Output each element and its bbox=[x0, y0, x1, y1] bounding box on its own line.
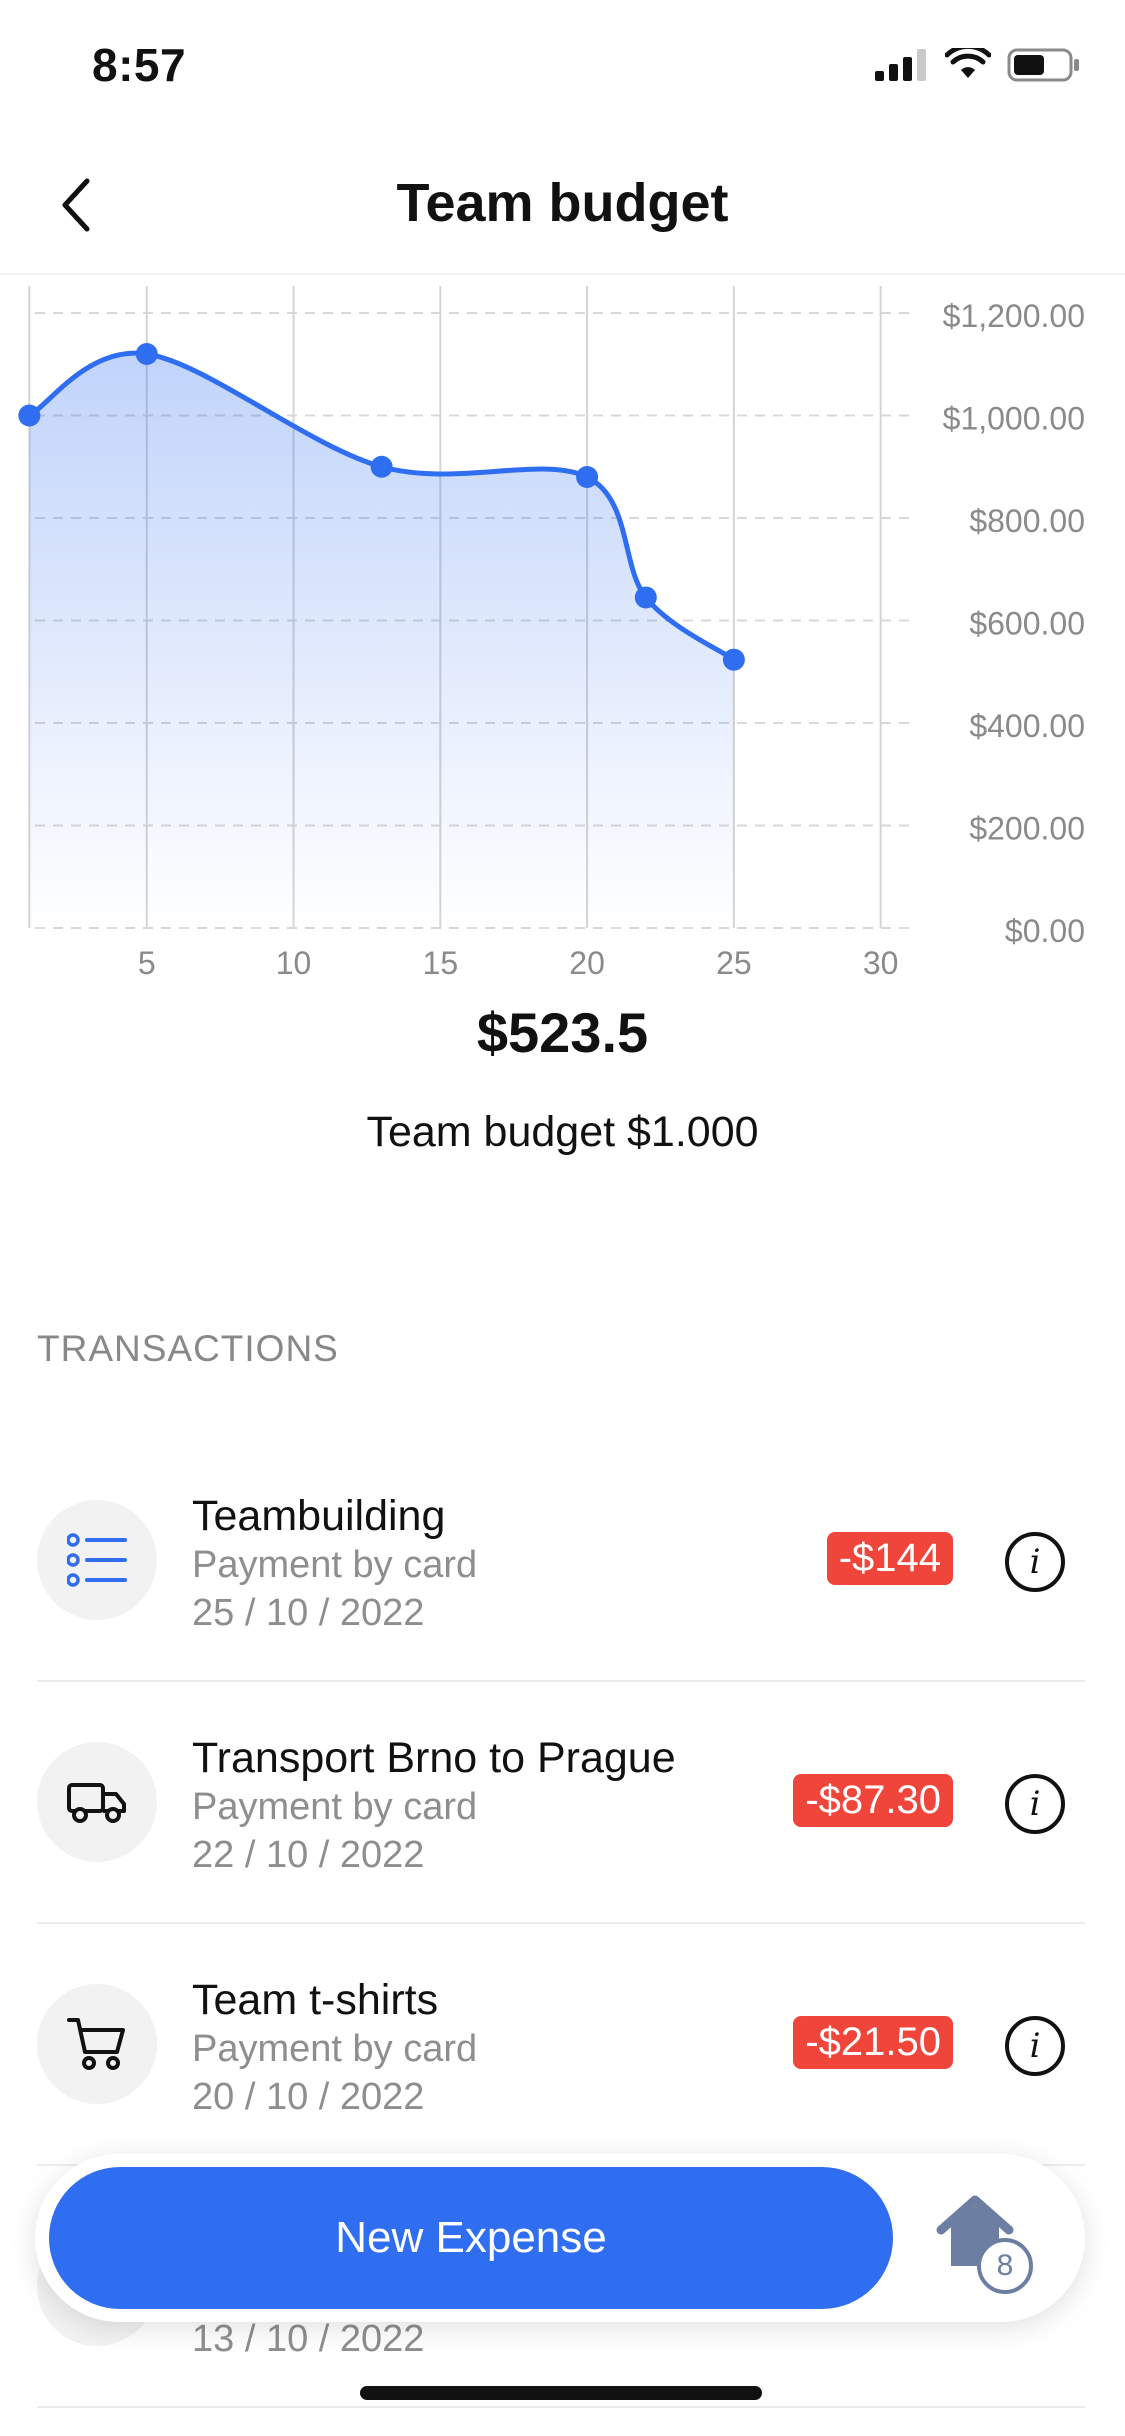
transaction-icon-circle bbox=[37, 1500, 157, 1620]
x-tick-label: 30 bbox=[863, 945, 899, 981]
battery-icon bbox=[1007, 48, 1079, 82]
x-tick-label: 20 bbox=[569, 945, 605, 981]
transaction-date: 13 / 10 / 2022 bbox=[192, 2318, 425, 2360]
status-bar: 8:57 bbox=[0, 0, 1125, 135]
x-tick-label: 5 bbox=[138, 945, 156, 981]
home-button[interactable]: 8 bbox=[935, 2194, 1045, 2294]
y-tick-label: $200.00 bbox=[969, 811, 1085, 847]
budget-chart: $0.00 $200.00 $400.00 $600.00 $800.00 $1,000.… bbox=[0, 278, 1125, 998]
home-badge: 8 bbox=[977, 2238, 1033, 2294]
transaction-amount-badge: -$144 bbox=[826, 1532, 953, 1585]
truck-icon bbox=[67, 1783, 126, 1823]
x-tick-label: 25 bbox=[716, 945, 752, 981]
y-tick-label: $800.00 bbox=[969, 503, 1085, 539]
info-icon[interactable]: i bbox=[1005, 2016, 1065, 2076]
transaction-icon-circle bbox=[37, 1742, 157, 1862]
transaction-date: 25 / 10 / 2022 bbox=[192, 1592, 425, 1634]
cart-icon bbox=[67, 2018, 125, 2070]
transaction-title: Teambuilding bbox=[192, 1492, 446, 1540]
bottom-action-dock: New Expense 8 bbox=[35, 2154, 1085, 2322]
y-tick-label: $400.00 bbox=[969, 708, 1085, 744]
transaction-icon-circle bbox=[37, 1984, 157, 2104]
team-budget-caption: Team budget $1.000 bbox=[366, 1108, 759, 1156]
area-fill bbox=[29, 353, 734, 928]
x-tick-label: 15 bbox=[423, 945, 459, 981]
info-icon[interactable]: i bbox=[1005, 1774, 1065, 1834]
status-icons bbox=[875, 48, 1081, 82]
transaction-row[interactable]: Teambuilding Payment by card 25 / 10 / 2… bbox=[37, 1440, 1085, 1682]
status-time: 8:57 bbox=[92, 39, 187, 91]
data-point bbox=[576, 466, 599, 488]
transaction-title: Team t-shirts bbox=[192, 1976, 439, 2024]
data-point bbox=[370, 455, 393, 478]
transaction-method: Payment by card bbox=[192, 1544, 478, 1586]
wifi-icon bbox=[945, 48, 991, 78]
home-indicator bbox=[360, 2386, 762, 2400]
transaction-date: 20 / 10 / 2022 bbox=[192, 2076, 425, 2118]
new-expense-button[interactable]: New Expense bbox=[49, 2167, 893, 2309]
transaction-amount-badge: -$21.50 bbox=[793, 2016, 953, 2069]
x-tick-label: 10 bbox=[276, 945, 312, 981]
transaction-method: Payment by card bbox=[192, 2028, 478, 2070]
transaction-date: 22 / 10 / 2022 bbox=[192, 1834, 425, 1876]
transactions-section-title: TRANSACTIONS bbox=[37, 1328, 339, 1369]
data-point bbox=[634, 586, 657, 609]
transaction-amount-badge: -$87.30 bbox=[793, 1774, 953, 1827]
transaction-title: Transport Brno to Prague bbox=[192, 1734, 676, 1782]
list-icon bbox=[67, 1533, 127, 1587]
y-tick-label: $0.00 bbox=[1005, 913, 1085, 949]
cellular-signal-icon bbox=[875, 49, 926, 81]
transaction-row[interactable]: Team t-shirts Payment by card 20 / 10 / … bbox=[37, 1924, 1085, 2166]
data-point bbox=[722, 648, 745, 671]
y-tick-label: $600.00 bbox=[969, 606, 1085, 642]
transaction-method: Payment by card bbox=[192, 1786, 478, 1828]
y-tick-label: $1,200.00 bbox=[943, 298, 1085, 334]
data-point bbox=[135, 343, 158, 365]
current-balance: $523.5 bbox=[476, 1001, 649, 1064]
budget-chart-svg: $0.00 $200.00 $400.00 $600.00 $800.00 $1,000.… bbox=[18, 286, 1085, 981]
y-tick-label: $1,000.00 bbox=[943, 401, 1085, 437]
data-point bbox=[18, 404, 41, 427]
page-title: Team budget bbox=[396, 173, 729, 233]
transaction-row[interactable]: Transport Brno to Prague Payment by card… bbox=[37, 1682, 1085, 1924]
nav-bar: Team budget bbox=[0, 140, 1125, 275]
info-icon[interactable]: i bbox=[1005, 1532, 1065, 1592]
